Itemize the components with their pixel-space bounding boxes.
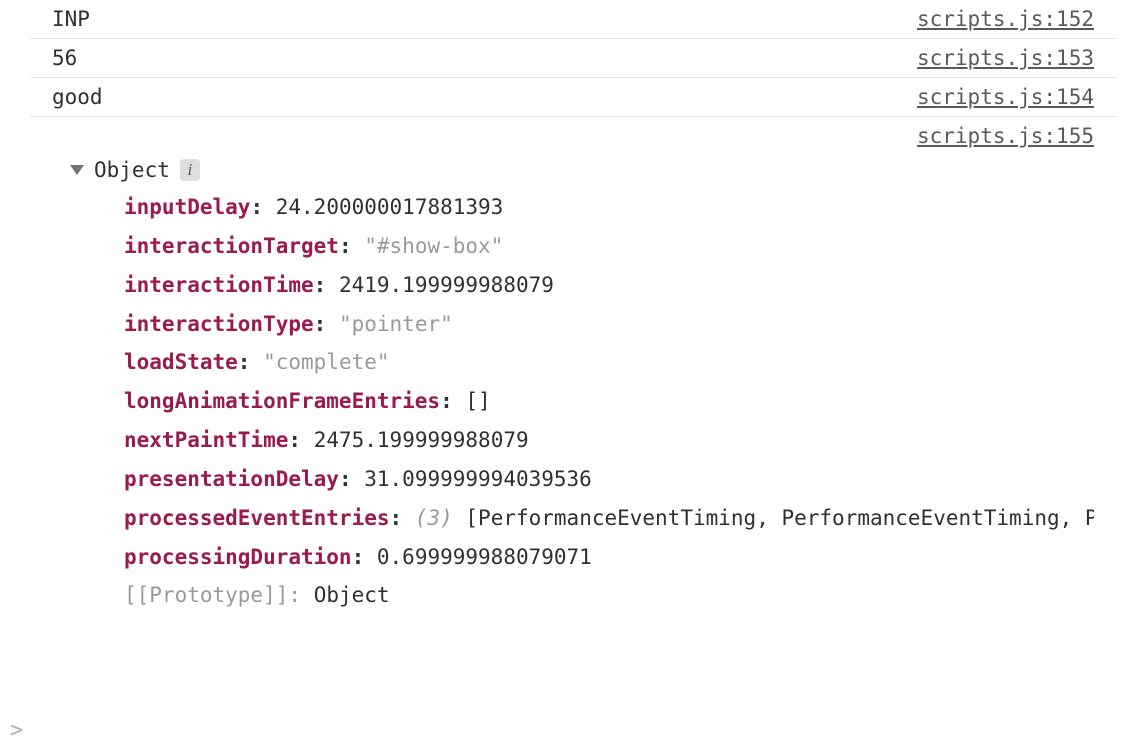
prop-value: "pointer" — [339, 312, 453, 336]
prop-key: processingDuration — [124, 545, 352, 569]
prop-processedEventEntries[interactable]: processedEventEntries: (3) [PerformanceE… — [124, 499, 1094, 538]
prop-value: 0.699999988079071 — [377, 545, 592, 569]
prop-value: 31.099999994039536 — [364, 467, 592, 491]
prop-value: 24.200000017881393 — [276, 195, 504, 219]
object-properties: inputDelay: 24.200000017881393 interacti… — [124, 188, 1094, 615]
prop-prototype[interactable]: [[Prototype]]: Object — [124, 576, 1094, 615]
log-row-object: scripts.js:155 Object i inputDelay: 24.2… — [30, 116, 1116, 622]
console-panel: INP scripts.js:152 56 scripts.js:153 goo… — [0, 0, 1141, 622]
source-link[interactable]: scripts.js:153 — [917, 46, 1094, 70]
prop-value: [PerformanceEventTiming, PerformanceEven… — [453, 506, 1094, 530]
prop-key: [[Prototype]] — [124, 583, 288, 607]
prop-loadState: loadState: "complete" — [124, 343, 1094, 382]
prop-key: interactionTime — [124, 273, 314, 297]
console-prompt[interactable]: > — [10, 718, 23, 743]
prop-interactionTarget: interactionTarget: "#show-box" — [124, 227, 1094, 266]
prop-longAnimationFrameEntries[interactable]: longAnimationFrameEntries: [] — [124, 382, 1094, 421]
prop-processingDuration: processingDuration: 0.699999988079071 — [124, 538, 1094, 577]
prop-interactionTime: interactionTime: 2419.199999988079 — [124, 266, 1094, 305]
prop-key: processedEventEntries — [124, 506, 390, 530]
prop-value: 2475.199999988079 — [314, 428, 529, 452]
source-link[interactable]: scripts.js:154 — [917, 85, 1094, 109]
prop-key: loadState — [124, 350, 238, 374]
info-icon[interactable]: i — [180, 159, 200, 181]
prop-key: nextPaintTime — [124, 428, 288, 452]
source-link[interactable]: scripts.js:155 — [917, 124, 1094, 148]
prop-interactionType: interactionType: "pointer" — [124, 305, 1094, 344]
prop-nextPaintTime: nextPaintTime: 2475.199999988079 — [124, 421, 1094, 460]
log-message: INP — [52, 7, 90, 31]
object-header[interactable]: Object i — [70, 158, 1094, 182]
prop-key: interactionType — [124, 312, 314, 336]
prop-key: interactionTarget — [124, 234, 339, 258]
triangle-down-icon — [70, 165, 84, 175]
prop-presentationDelay: presentationDelay: 31.099999994039536 — [124, 460, 1094, 499]
prop-count: (3) — [415, 506, 453, 530]
log-message: 56 — [52, 46, 77, 70]
prop-value: "#show-box" — [364, 234, 503, 258]
prop-key: presentationDelay — [124, 467, 339, 491]
prop-value: [] — [465, 389, 490, 413]
log-message: good — [52, 85, 103, 109]
prop-inputDelay: inputDelay: 24.200000017881393 — [124, 188, 1094, 227]
log-row: 56 scripts.js:153 — [30, 38, 1116, 77]
prop-value: 2419.199999988079 — [339, 273, 554, 297]
log-row: INP scripts.js:152 — [30, 0, 1116, 38]
log-row: good scripts.js:154 — [30, 77, 1116, 116]
prop-value: Object — [314, 583, 390, 607]
prop-key: longAnimationFrameEntries — [124, 389, 440, 413]
prop-key: inputDelay — [124, 195, 250, 219]
object-label: Object — [94, 158, 170, 182]
chevron-right-icon: > — [10, 718, 23, 743]
prop-value: "complete" — [263, 350, 389, 374]
source-link[interactable]: scripts.js:152 — [917, 7, 1094, 31]
